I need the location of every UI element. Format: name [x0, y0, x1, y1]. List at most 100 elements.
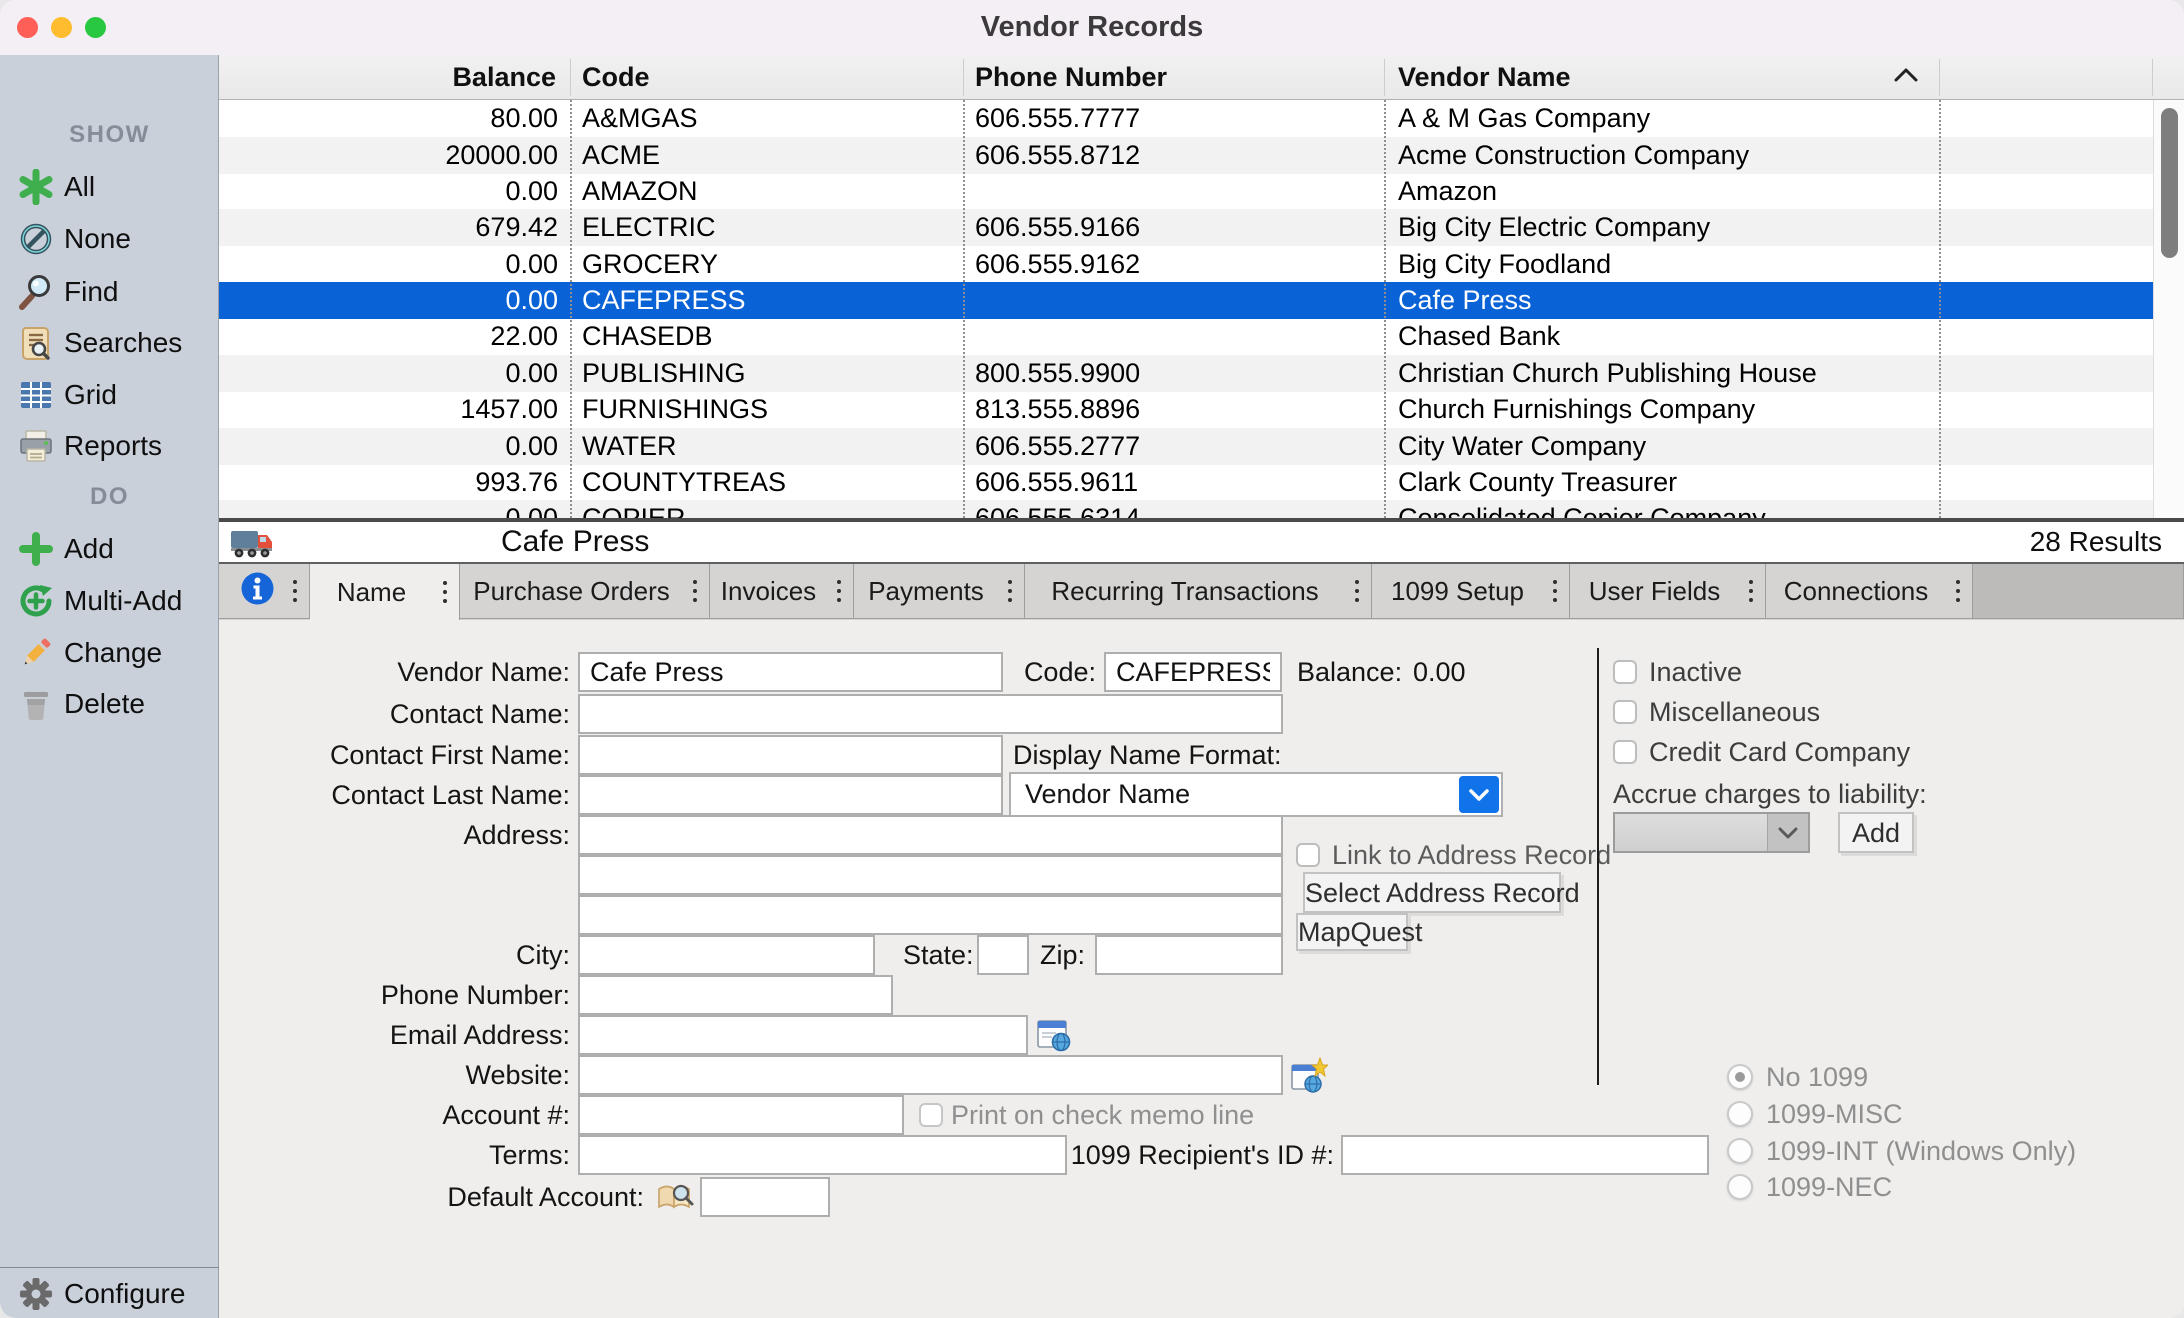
- contact-first-name-input[interactable]: [578, 735, 1003, 775]
- column-header-phone[interactable]: Phone Number: [975, 55, 1167, 99]
- recipient-id-input[interactable]: [1341, 1135, 1709, 1175]
- table-row[interactable]: 993.76 COUNTYTREAS 606.555.9611 Clark Co…: [219, 464, 2153, 501]
- city-input[interactable]: [578, 935, 875, 975]
- zip-input[interactable]: [1095, 935, 1283, 975]
- credit-card-company-label: Credit Card Company: [1649, 732, 1910, 772]
- cell-code: A&MGAS: [582, 100, 698, 137]
- send-email-icon[interactable]: [1036, 1017, 1072, 1058]
- print-check-memo-checkbox[interactable]: [919, 1103, 943, 1127]
- tab-label: Recurring Transactions: [1051, 576, 1344, 607]
- vendor-name-input[interactable]: [578, 652, 1003, 692]
- sidebar-item-all[interactable]: All: [0, 161, 219, 213]
- tab-invoices[interactable]: Invoices: [710, 564, 854, 619]
- address-line2-input[interactable]: [578, 855, 1283, 895]
- accrue-liability-dropdown[interactable]: [1613, 812, 1810, 853]
- sidebar-item-reports[interactable]: Reports: [0, 420, 219, 472]
- tab-payments[interactable]: Payments: [854, 564, 1025, 619]
- column-divider: [1939, 100, 1941, 518]
- no-1099-radio[interactable]: [1727, 1064, 1753, 1090]
- tab-label: 1099 Setup: [1391, 576, 1550, 607]
- tab-label: Invoices: [721, 576, 842, 607]
- address-line3-input[interactable]: [578, 895, 1283, 935]
- website-input[interactable]: [578, 1055, 1283, 1095]
- contact-last-name-label: Contact Last Name:: [219, 775, 570, 815]
- tab-user-fields[interactable]: User Fields: [1570, 564, 1766, 619]
- address-line1-input[interactable]: [578, 815, 1283, 855]
- table-row[interactable]: 0.00 WATER 606.555.2777 City Water Compa…: [219, 428, 2153, 465]
- accrue-add-button[interactable]: Add: [1838, 812, 1914, 853]
- table-row[interactable]: 80.00 A&MGAS 606.555.7777 A & M Gas Comp…: [219, 100, 2153, 137]
- cell-balance: 679.42: [219, 209, 558, 246]
- tab-label: Name: [337, 577, 432, 608]
- overflow-dots-icon: [693, 580, 697, 602]
- record-info-button[interactable]: [219, 564, 310, 619]
- inactive-checkbox[interactable]: [1613, 660, 1637, 684]
- table-row[interactable]: 0.00 AMAZON Amazon: [219, 173, 2153, 210]
- table-row-selected[interactable]: 0.00 CAFEPRESS Cafe Press: [219, 282, 2153, 319]
- plus-icon: [18, 531, 54, 567]
- inactive-label: Inactive: [1649, 652, 1742, 692]
- terms-input[interactable]: [578, 1135, 1067, 1175]
- open-website-icon[interactable]: [1290, 1057, 1328, 1100]
- form-section-divider: [1597, 648, 1599, 1085]
- truck-icon: [230, 527, 276, 564]
- scrollbar-thumb[interactable]: [2161, 108, 2178, 258]
- state-input[interactable]: [977, 935, 1029, 975]
- column-header-code[interactable]: Code: [582, 55, 650, 99]
- contact-name-input[interactable]: [578, 694, 1283, 734]
- code-input[interactable]: [1104, 652, 1282, 692]
- email-address-input[interactable]: [578, 1015, 1028, 1055]
- tab-bar-filler: [1973, 564, 2184, 619]
- sidebar-item-configure[interactable]: Configure: [0, 1268, 219, 1318]
- overflow-dots-icon: [1008, 580, 1012, 602]
- sidebar-item-change[interactable]: Change: [0, 627, 219, 679]
- 1099-misc-radio[interactable]: [1727, 1101, 1753, 1127]
- cell-vendor: Chased Bank: [1398, 318, 1560, 355]
- column-header-vendor[interactable]: Vendor Name: [1398, 55, 1571, 99]
- sidebar-item-grid[interactable]: Grid: [0, 369, 219, 421]
- account-number-input[interactable]: [578, 1095, 904, 1135]
- tab-purchase-orders[interactable]: Purchase Orders: [460, 564, 710, 619]
- miscellaneous-checkbox[interactable]: [1613, 700, 1637, 724]
- table-scrollbar[interactable]: [2153, 100, 2184, 518]
- contact-first-name-label: Contact First Name:: [219, 735, 570, 775]
- tab-recurring-transactions[interactable]: Recurring Transactions: [1025, 564, 1372, 619]
- cell-vendor: Christian Church Publishing House: [1398, 355, 1817, 392]
- mapquest-button[interactable]: MapQuest: [1296, 913, 1408, 951]
- sidebar-item-none[interactable]: None: [0, 213, 219, 265]
- table-row[interactable]: 0.00 COPIER 606.555.6314 Consolidated Co…: [219, 500, 2153, 518]
- sidebar-item-delete[interactable]: Delete: [0, 678, 219, 730]
- contact-last-name-input[interactable]: [578, 775, 1003, 815]
- cell-phone: 606.555.7777: [975, 100, 1140, 137]
- account-lookup-icon[interactable]: [656, 1181, 696, 1218]
- pencil-icon: [18, 635, 54, 671]
- table-row[interactable]: 0.00 GROCERY 606.555.9162 Big City Foodl…: [219, 246, 2153, 283]
- default-account-input[interactable]: [700, 1177, 830, 1217]
- sidebar-item-searches[interactable]: Searches: [0, 317, 219, 369]
- sidebar-item-find[interactable]: Find: [0, 266, 219, 318]
- link-address-record-checkbox[interactable]: [1296, 843, 1320, 867]
- sidebar-item-multi-add[interactable]: Multi-Add: [0, 575, 219, 627]
- tab-name[interactable]: Name: [310, 564, 460, 620]
- column-header-balance[interactable]: Balance: [219, 55, 556, 99]
- table-row[interactable]: 22.00 CHASEDB Chased Bank: [219, 318, 2153, 355]
- grid-table-icon: [18, 377, 54, 413]
- phone-number-input[interactable]: [578, 975, 893, 1015]
- select-address-record-button[interactable]: Select Address Record: [1303, 872, 1561, 913]
- 1099-nec-radio[interactable]: [1727, 1174, 1753, 1200]
- cell-balance: 1457.00: [219, 391, 558, 428]
- credit-card-company-checkbox[interactable]: [1613, 740, 1637, 764]
- display-name-format-dropdown[interactable]: Vendor Name: [1009, 772, 1503, 817]
- tab-1099-setup[interactable]: 1099 Setup: [1372, 564, 1570, 619]
- table-row[interactable]: 20000.00 ACME 606.555.8712 Acme Construc…: [219, 137, 2153, 174]
- table-row[interactable]: 679.42 ELECTRIC 606.555.9166 Big City El…: [219, 209, 2153, 246]
- table-row[interactable]: 0.00 PUBLISHING 800.555.9900 Christian C…: [219, 355, 2153, 392]
- tab-connections[interactable]: Connections: [1766, 564, 1973, 619]
- sidebar-item-add[interactable]: Add: [0, 523, 219, 575]
- table-row[interactable]: 1457.00 FURNISHINGS 813.555.8896 Church …: [219, 391, 2153, 428]
- cell-phone: 606.555.9166: [975, 209, 1140, 246]
- display-name-format-label: Display Name Format:: [1013, 735, 1282, 775]
- 1099-int-radio[interactable]: [1727, 1138, 1753, 1164]
- chevron-down-icon[interactable]: [1459, 776, 1499, 813]
- sort-ascending-icon[interactable]: [1893, 67, 1919, 88]
